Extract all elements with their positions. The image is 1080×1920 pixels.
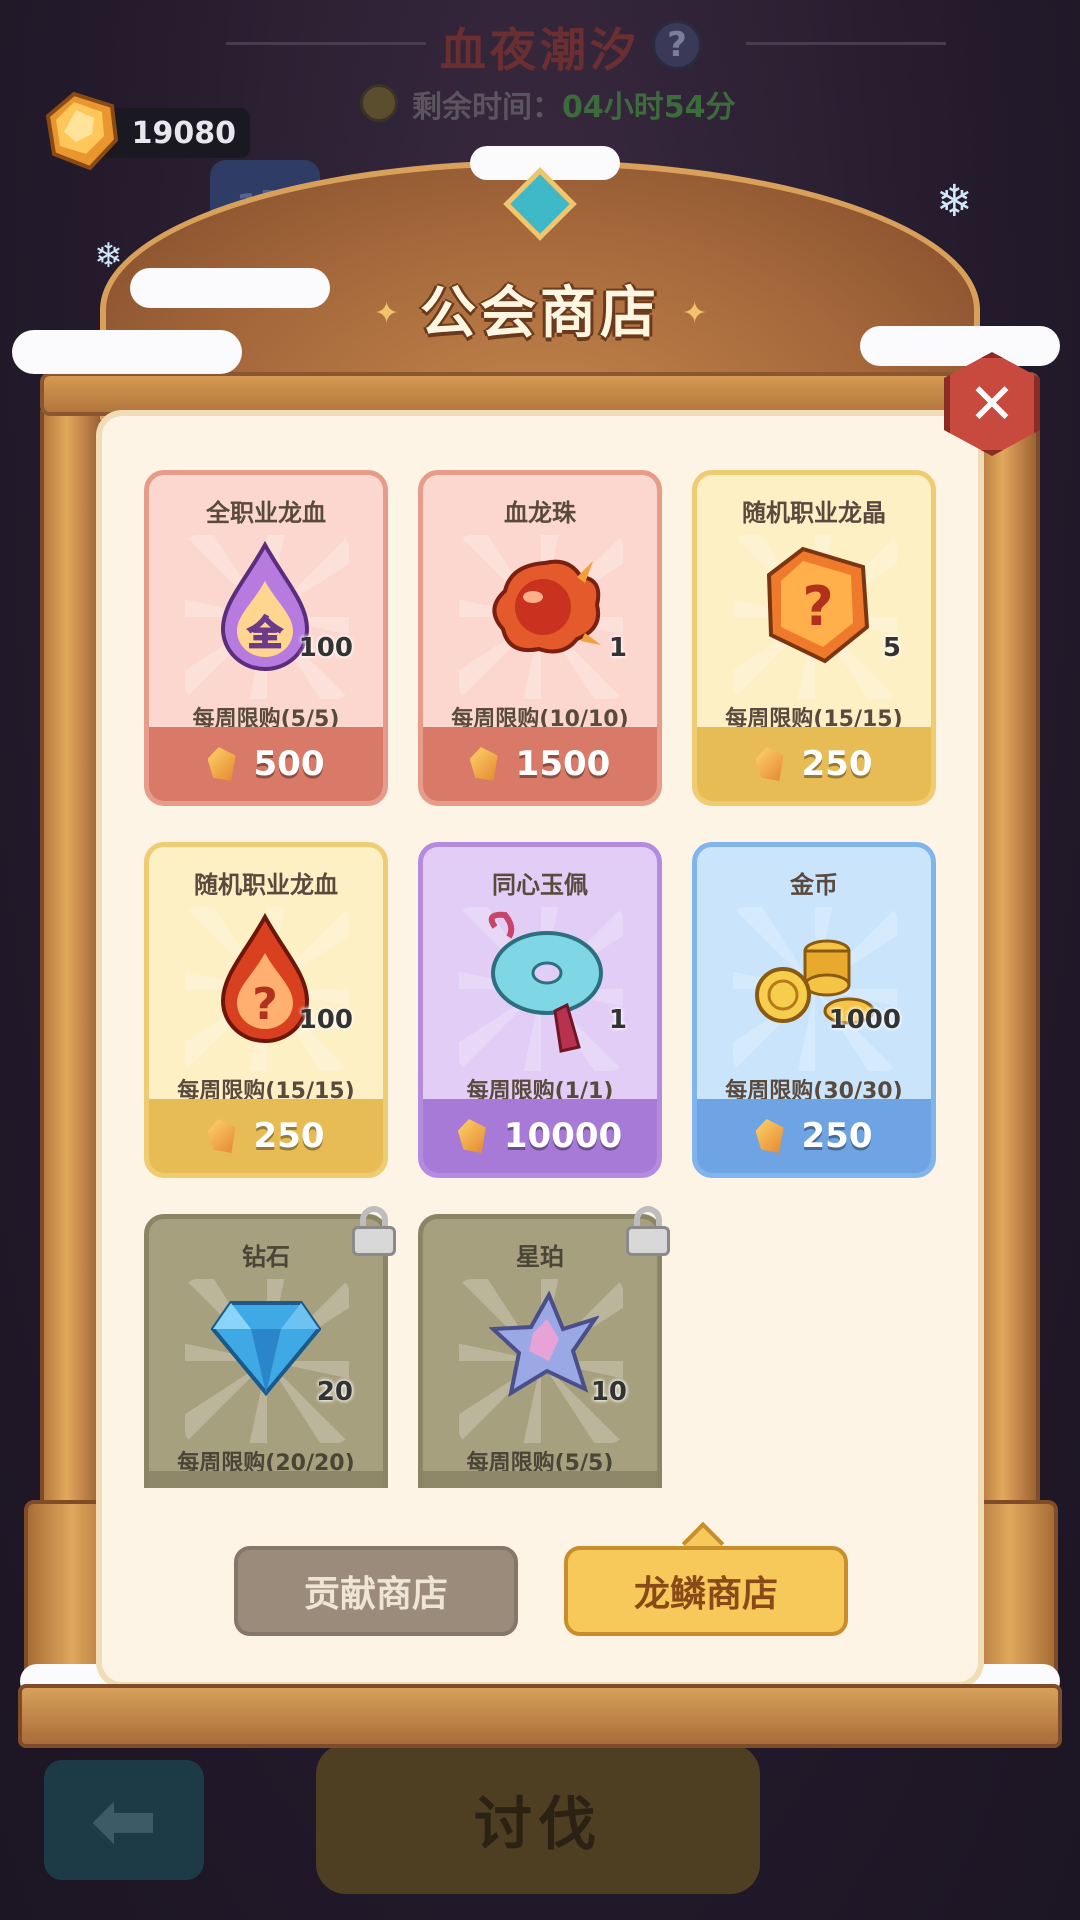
- dragon-scale-currency-icon: [207, 747, 236, 781]
- item-price-button[interactable]: 10000: [423, 1099, 657, 1173]
- item-price-button[interactable]: [423, 1471, 657, 1488]
- close-icon: ✕: [968, 371, 1016, 437]
- item-quantity: 100: [298, 633, 353, 663]
- attack-button[interactable]: 讨伐: [316, 1744, 760, 1894]
- item-price: 250: [801, 1116, 873, 1156]
- event-title: 血夜潮汐: [440, 23, 640, 77]
- shop-item-random-dragon-blood[interactable]: 随机职业龙血 ? 100 每周限购(15/15) 250: [144, 842, 388, 1178]
- item-price: 1500: [515, 744, 611, 784]
- item-quantity: 1: [608, 633, 627, 663]
- arrow-left-icon: ⬅: [90, 1773, 158, 1867]
- dragon-scale-currency-icon: [469, 747, 498, 781]
- item-name: 同心玉佩: [492, 871, 588, 899]
- shop-item-all-class-dragon-blood[interactable]: 全职业龙血 全 100 每周限购(5/5) 500: [144, 470, 388, 806]
- item-price-button[interactable]: [149, 1471, 383, 1488]
- item-quantity: 20: [316, 1377, 353, 1407]
- dragon-scale-currency-icon: [755, 1119, 784, 1153]
- item-name: 随机职业龙血: [194, 871, 338, 899]
- item-price-button[interactable]: 500: [149, 727, 383, 801]
- item-name: 随机职业龙晶: [742, 499, 886, 527]
- item-quantity: 100: [298, 1005, 353, 1035]
- blood-dragon-orb-icon: [492, 559, 601, 654]
- item-name: 钻石: [242, 1243, 290, 1271]
- svg-text:全: 全: [247, 614, 283, 654]
- frame-pillar-left: [40, 410, 104, 1660]
- item-price-button[interactable]: 250: [697, 1099, 931, 1173]
- item-name: 血龙珠: [504, 499, 576, 527]
- item-quantity: 1: [608, 1005, 627, 1035]
- shop-item-blood-dragon-orb[interactable]: 血龙珠 1 每周限购(10/10) 1500: [418, 470, 662, 806]
- tab-contribution-shop[interactable]: 贡献商店: [234, 1546, 518, 1636]
- item-name: 星珀: [516, 1243, 564, 1271]
- tab-dragon-scale-shop[interactable]: 龙鳞商店: [564, 1546, 848, 1636]
- svg-text:?: ?: [252, 979, 278, 1030]
- star-amber-icon: [489, 1290, 599, 1398]
- remaining-time-value: 04小时54分: [562, 90, 736, 125]
- jade-pendant-icon: [488, 911, 603, 1053]
- dragon-scale-currency-icon: [457, 1119, 486, 1153]
- diamond-icon: [211, 1301, 321, 1397]
- shop-item-jade-pendant[interactable]: 同心玉佩 1 每周限购(1/1) 10000: [418, 842, 662, 1178]
- random-dragon-crystal-icon: ?: [766, 546, 870, 664]
- dragon-scale-currency-icon: [755, 747, 784, 781]
- shop-item-gold-coin[interactable]: 金币 1000 每周限购(30/30) 250: [692, 842, 936, 1178]
- svg-text:?: ?: [802, 575, 833, 638]
- item-price: 250: [253, 1116, 325, 1156]
- item-quantity: 5: [882, 633, 901, 663]
- snowflake-icon: ❄: [936, 176, 973, 227]
- help-button[interactable]: ?: [652, 20, 702, 70]
- item-grid: 全职业龙血 全 100 每周限购(5/5) 500 血龙珠 1 每周限购(10/…: [140, 464, 940, 1488]
- item-price: 10000: [503, 1116, 623, 1156]
- lock-icon: [352, 1206, 396, 1256]
- item-price-button[interactable]: 1500: [423, 727, 657, 801]
- remaining-time: 剩余时间：04小时54分: [412, 82, 736, 126]
- frame-bottom-bar: [18, 1684, 1062, 1748]
- item-price-button[interactable]: 250: [149, 1099, 383, 1173]
- item-quantity: 1000: [828, 1005, 901, 1035]
- dragon-scale-currency-icon: [207, 1119, 236, 1153]
- currency-amount: 19080: [131, 115, 236, 151]
- item-price: 500: [253, 744, 325, 784]
- back-button[interactable]: ⬅: [44, 1760, 204, 1880]
- shop-title: 公会商店: [420, 281, 660, 346]
- lock-icon: [626, 1206, 670, 1256]
- item-price: 250: [801, 744, 873, 784]
- item-price-button[interactable]: 250: [697, 727, 931, 801]
- remaining-time-label: 剩余时间：: [412, 90, 562, 125]
- currency-counter: 19080: [100, 108, 250, 158]
- dragon-scale-currency-icon: [46, 92, 118, 170]
- item-name: 金币: [790, 871, 838, 899]
- shop-item-random-dragon-crystal[interactable]: 随机职业龙晶 ? 5 每周限购(15/15) 250: [692, 470, 936, 806]
- clock-icon: [360, 84, 398, 122]
- item-name: 全职业龙血: [206, 499, 326, 527]
- frame-pillar-right: [976, 410, 1040, 1660]
- item-quantity: 10: [590, 1377, 627, 1407]
